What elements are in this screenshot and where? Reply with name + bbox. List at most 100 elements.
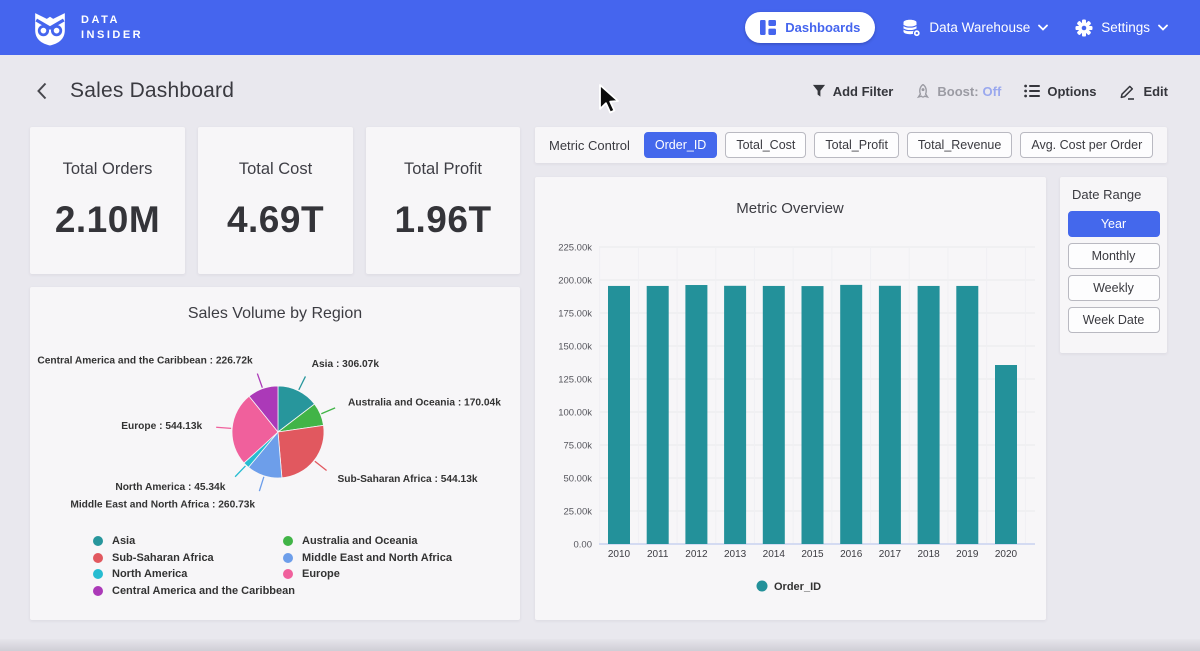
legend-label: Australia and Oceania [302, 535, 418, 547]
svg-text:25.00k: 25.00k [563, 507, 592, 518]
svg-text:2010: 2010 [608, 549, 631, 560]
svg-text:Europe : 544.13k: Europe : 544.13k [121, 421, 202, 432]
legend-label: North America [112, 568, 187, 580]
date-range-label: Date Range [1072, 187, 1160, 202]
legend-item-sub-saharan-africa: Sub-Saharan Africa [93, 550, 295, 567]
bar-2011 [647, 286, 669, 544]
owl-logo-icon [32, 10, 68, 46]
settings-label: Settings [1101, 20, 1150, 35]
legend-dot [283, 536, 293, 546]
page-title: Sales Dashboard [70, 79, 234, 103]
gear-icon [1075, 19, 1093, 37]
dashboards-label: Dashboards [785, 20, 860, 35]
bar-2014 [763, 286, 785, 544]
metric-option-total-profit[interactable]: Total_Profit [814, 132, 899, 158]
legend-label: Middle East and North Africa [302, 552, 452, 564]
add-filter-button[interactable]: Add Filter [812, 84, 894, 99]
funnel-icon [812, 84, 826, 98]
svg-text:50.00k: 50.00k [563, 474, 592, 485]
settings-menu[interactable]: Settings [1075, 19, 1168, 37]
metric-option-total-cost[interactable]: Total_Cost [725, 132, 806, 158]
bar-2010 [608, 286, 630, 544]
date-range-option-week-date[interactable]: Week Date [1068, 307, 1160, 333]
svg-text:2020: 2020 [995, 549, 1018, 560]
pie-slice-sub-saharan-africa [278, 425, 324, 477]
chevron-left-icon [36, 81, 48, 101]
metric-option-order-id[interactable]: Order_ID [644, 132, 717, 158]
kpi-card-total-orders: Total Orders 2.10M [30, 127, 185, 274]
svg-text:225.00k: 225.00k [558, 243, 592, 254]
bottom-edge [0, 639, 1200, 651]
svg-text:100.00k: 100.00k [558, 408, 592, 419]
options-button[interactable]: Options [1024, 84, 1096, 99]
svg-text:2013: 2013 [724, 549, 747, 560]
pie-legend-col1: Asia Sub-Saharan Africa North America Centr… [93, 533, 295, 599]
legend-label: Sub-Saharan Africa [112, 552, 214, 564]
metric-control-options: Order_ID Total_Cost Total_Profit Total_Reve… [644, 132, 1153, 158]
svg-text:Sales Volume by Region: Sales Volume by Region [188, 305, 362, 322]
svg-text:2017: 2017 [879, 549, 902, 560]
brand-line1: DATA [81, 14, 143, 26]
page-header: Sales Dashboard Add Filter Boost: Off [0, 66, 1200, 116]
data-warehouse-menu[interactable]: Data Warehouse [902, 19, 1048, 37]
legend-item-middle-east-and-north-africa: Middle East and North Africa [283, 550, 452, 567]
date-range-option-weekly[interactable]: Weekly [1068, 275, 1160, 301]
legend-item-asia: Asia [93, 533, 295, 550]
brand-line2: INSIDER [81, 29, 143, 41]
svg-text:2015: 2015 [801, 549, 824, 560]
chevron-down-icon [1158, 24, 1168, 31]
svg-text:2019: 2019 [956, 549, 979, 560]
brand: DATA INSIDER [32, 10, 143, 46]
boost-toggle[interactable]: Boost: Off [916, 84, 1001, 99]
chevron-down-icon [1038, 24, 1048, 31]
svg-text:Order_ID: Order_ID [774, 581, 821, 593]
legend-dot [93, 536, 103, 546]
bar-2013 [724, 286, 746, 544]
svg-text:2014: 2014 [763, 549, 786, 560]
bar-chart: Metric Overview0.0025.00k50.00k75.00k100… [535, 177, 1046, 620]
svg-text:Australia and Oceania : 170.04: Australia and Oceania : 170.04k [348, 398, 501, 409]
boost-value: Off [983, 84, 1002, 99]
legend-dot [283, 553, 293, 563]
sales-volume-card: Sales Volume by Region Asia : 306.07k Aust… [30, 287, 520, 620]
top-nav: DATA INSIDER Dashboards [0, 0, 1200, 55]
date-range-option-monthly[interactable]: Monthly [1068, 243, 1160, 269]
date-range-option-year[interactable]: Year [1068, 211, 1160, 237]
legend-dot [757, 581, 768, 592]
date-range-panel: Date Range Year Monthly Weekly Week Date [1060, 177, 1167, 353]
metric-option-avg-cost-per-order[interactable]: Avg. Cost per Order [1020, 132, 1153, 158]
svg-text:Sub-Saharan Africa : 544.13k: Sub-Saharan Africa : 544.13k [338, 474, 478, 485]
bar-2017 [879, 286, 901, 544]
svg-text:Middle East and North Africa :: Middle East and North Africa : 260.73k [70, 500, 255, 511]
legend-label: Europe [302, 568, 340, 580]
bar-2012 [685, 285, 707, 544]
svg-text:Asia : 306.07k: Asia : 306.07k [312, 359, 380, 370]
brand-text: DATA INSIDER [81, 14, 143, 40]
legend-dot [93, 569, 103, 579]
kpi-label: Total Cost [239, 160, 312, 179]
svg-text:Metric Overview: Metric Overview [736, 200, 844, 217]
legend-item-north-america: North America [93, 566, 295, 583]
edit-label: Edit [1143, 84, 1168, 99]
dashboards-button[interactable]: Dashboards [745, 12, 875, 43]
svg-text:75.00k: 75.00k [563, 441, 592, 452]
kpi-label: Total Profit [404, 160, 482, 179]
pencil-icon [1119, 83, 1136, 100]
svg-text:200.00k: 200.00k [558, 276, 592, 287]
svg-text:125.00k: 125.00k [558, 375, 592, 386]
date-range-options: Year Monthly Weekly Week Date [1067, 211, 1160, 333]
metric-option-total-revenue[interactable]: Total_Revenue [907, 132, 1012, 158]
kpi-value: 2.10M [55, 199, 160, 241]
pie-legend-col2: Australia and Oceania Middle East and Nor… [283, 533, 452, 583]
bar-2018 [918, 286, 940, 544]
database-icon [902, 19, 921, 37]
bar-2015 [802, 286, 824, 544]
legend-label: Central America and the Caribbean [112, 585, 295, 597]
back-button[interactable] [32, 81, 52, 101]
kpi-card-total-profit: Total Profit 1.96T [366, 127, 520, 274]
add-filter-label: Add Filter [833, 84, 894, 99]
edit-button[interactable]: Edit [1119, 83, 1168, 100]
nav-menu: Dashboards Data Warehouse [745, 12, 1168, 43]
kpi-value: 1.96T [394, 199, 491, 241]
legend-item-europe: Europe [283, 566, 452, 583]
